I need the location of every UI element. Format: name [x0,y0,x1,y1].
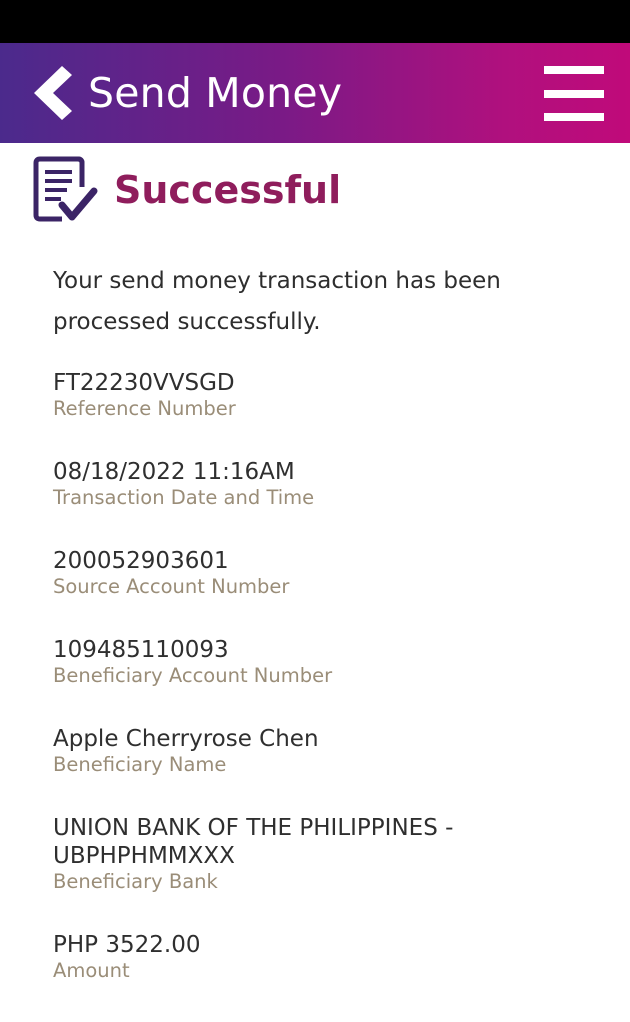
detail-beneficiary-account: 109485110093 Beneficiary Account Number [53,636,613,688]
transaction-details: FT22230VVSGD Reference Number 08/18/2022… [53,369,613,1020]
confirmation-message: Your send money transaction has been pro… [53,268,501,335]
status-title: Successful [114,168,342,212]
detail-label: Beneficiary Account Number [53,664,333,687]
detail-amount: PHP 3522.00 Amount [53,931,613,983]
detail-beneficiary-name: Apple Cherryrose Chen Beneficiary Name [53,725,613,777]
detail-value: Apple Cherryrose Chen [53,726,319,752]
chevron-left-icon [34,66,72,120]
detail-beneficiary-bank: UNION BANK OF THE PHILIPPINES - UBPHPHMM… [53,814,613,894]
detail-value: 109485110093 [53,637,229,663]
detail-reference-number: FT22230VVSGD Reference Number [53,369,613,421]
detail-source-account: 200052903601 Source Account Number [53,547,613,599]
detail-label: Beneficiary Name [53,753,227,776]
detail-value: 08/18/2022 11:16AM [53,459,295,485]
detail-transaction-date: 08/18/2022 11:16AM Transaction Date and … [53,458,613,510]
document-check-icon [33,156,98,222]
detail-label: Amount [53,959,130,982]
menu-button[interactable] [538,61,610,123]
detail-label: Transaction Date and Time [53,486,315,509]
system-status-bar [0,0,630,43]
detail-label: Beneficiary Bank [53,870,218,893]
detail-value: PHP 3522.00 [53,932,201,958]
detail-label: Reference Number [53,397,236,420]
detail-value: 200052903601 [53,548,229,574]
detail-label: Source Account Number [53,575,290,598]
page-title: Send Money [88,69,343,117]
detail-value: FT22230VVSGD [53,370,235,396]
app-header: Send Money [0,43,630,143]
detail-value: UNION BANK OF THE PHILIPPINES - UBPHPHMM… [53,815,454,869]
status-row: Successful [32,152,341,228]
back-button[interactable] [28,63,78,123]
